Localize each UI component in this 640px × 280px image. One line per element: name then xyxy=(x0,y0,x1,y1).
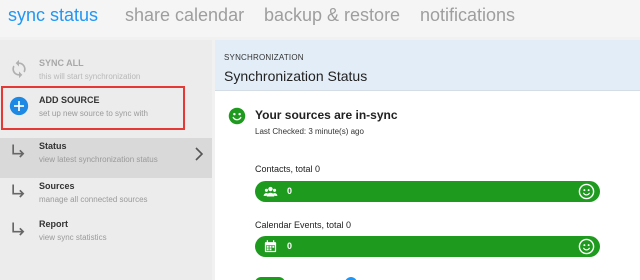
calendar-events-count: 0 xyxy=(287,241,293,251)
smiley-icon xyxy=(578,238,595,255)
page-title: Synchronization Status xyxy=(224,68,368,84)
sidebar-item-title: Sources xyxy=(39,181,75,191)
calendar-status-bar: 0 xyxy=(255,236,600,257)
sidebar: SYNC ALL this will start synchronization… xyxy=(0,40,212,280)
sidebar-item-status[interactable]: Status view latest synchronization statu… xyxy=(0,138,212,178)
contacts-group-icon xyxy=(263,186,278,197)
contacts-count: 0 xyxy=(287,186,293,196)
sidebar-item-title: Report xyxy=(39,219,68,229)
calendar-icon xyxy=(264,240,277,253)
sidebar-item-subtitle: view latest synchronization status xyxy=(39,155,158,164)
sidebar-item-add-source[interactable]: ADD SOURCE set up new source to sync wit… xyxy=(0,92,212,132)
sidebar-item-sync-all[interactable]: SYNC ALL this will start synchronization xyxy=(0,55,212,95)
arrow-return-right-icon xyxy=(12,184,25,198)
sidebar-item-subtitle: set up new source to sync with xyxy=(39,109,148,118)
chevron-right-icon xyxy=(195,147,204,161)
add-circle-icon xyxy=(9,96,29,116)
panel-header: SYNCHRONIZATION Synchronization Status xyxy=(215,40,640,91)
main-panel: SYNCHRONIZATION Synchronization Status Y… xyxy=(215,40,640,280)
calendar-events-label: Calendar Events, total 0 xyxy=(255,220,352,230)
arrow-return-right-icon xyxy=(12,222,25,236)
smiley-ok-icon xyxy=(228,107,246,125)
top-tabs: sync status share calendar backup & rest… xyxy=(0,0,640,37)
tab-notifications[interactable]: notifications xyxy=(420,5,515,26)
section-kicker: SYNCHRONIZATION xyxy=(224,53,304,62)
sidebar-item-subtitle: view sync statistics xyxy=(39,233,107,242)
sidebar-item-subtitle: this will start synchronization xyxy=(39,72,141,81)
contacts-label: Contacts, total 0 xyxy=(255,164,321,174)
sidebar-item-title: SYNC ALL xyxy=(39,58,84,68)
tab-sync-status[interactable]: sync status xyxy=(8,5,98,26)
sidebar-item-sources[interactable]: Sources manage all connected sources xyxy=(0,178,212,218)
tab-share-calendar[interactable]: share calendar xyxy=(125,5,244,26)
tab-backup-restore[interactable]: backup & restore xyxy=(264,5,400,26)
sidebar-item-subtitle: manage all connected sources xyxy=(39,195,148,204)
sidebar-item-title: ADD SOURCE xyxy=(39,95,100,105)
smiley-icon xyxy=(578,183,595,200)
sync-status-heading: Your sources are in-sync xyxy=(255,108,398,122)
arrow-return-right-icon xyxy=(12,144,25,158)
sidebar-item-title: Status xyxy=(39,141,67,151)
sidebar-item-report[interactable]: Report view sync statistics xyxy=(0,216,212,256)
last-checked-text: Last Checked: 3 minute(s) ago xyxy=(255,127,364,136)
sync-icon xyxy=(12,59,26,79)
contacts-status-bar: 0 xyxy=(255,181,600,202)
